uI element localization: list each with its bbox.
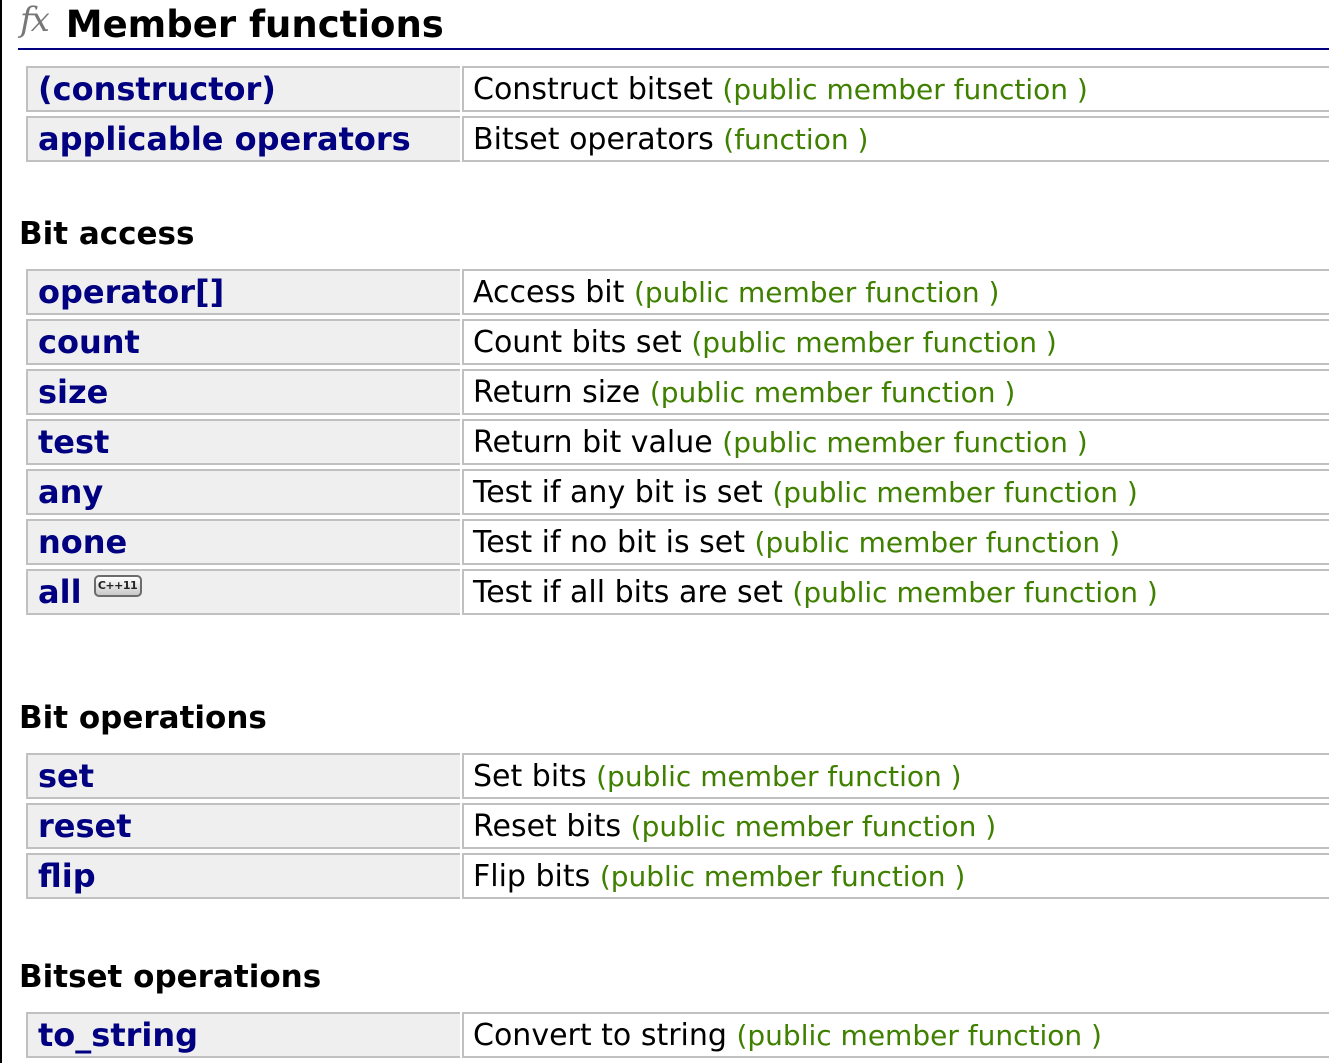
member-link-set[interactable]: set bbox=[38, 757, 94, 795]
member-description: Return size bbox=[473, 374, 641, 410]
table-row: set Set bits (public member function ) bbox=[26, 753, 1329, 799]
member-description: Flip bits bbox=[473, 858, 591, 894]
member-link-count[interactable]: count bbox=[38, 323, 140, 361]
member-description: Test if all bits are set bbox=[473, 574, 783, 610]
member-description: Set bits bbox=[473, 758, 587, 794]
section-header: fx Member functions bbox=[18, 0, 1329, 50]
cpp11-badge-icon: C++11 bbox=[93, 575, 142, 597]
member-link-to-string[interactable]: to_string bbox=[38, 1016, 198, 1054]
member-kind: (function ) bbox=[723, 122, 869, 156]
name-cell: none bbox=[26, 519, 460, 565]
desc-cell: Bitset operators (function ) bbox=[462, 116, 1329, 162]
member-link-flip[interactable]: flip bbox=[38, 857, 96, 895]
table-row: count Count bits set (public member func… bbox=[26, 319, 1329, 365]
member-description: Test if no bit is set bbox=[473, 524, 745, 560]
desc-cell: Test if all bits are set (public member … bbox=[462, 569, 1329, 615]
member-description: Count bits set bbox=[473, 324, 682, 360]
member-link-size[interactable]: size bbox=[38, 373, 108, 411]
member-kind: (public member function ) bbox=[649, 375, 1016, 409]
member-description: Reset bits bbox=[473, 808, 622, 844]
name-cell: operator[] bbox=[26, 269, 460, 315]
table-row: any Test if any bit is set (public membe… bbox=[26, 469, 1329, 515]
member-kind: (public member function ) bbox=[722, 425, 1088, 459]
member-table-bit-access: operator[] Access bit (public member fun… bbox=[24, 265, 1329, 619]
section-heading-bit-operations: Bit operations bbox=[19, 700, 267, 736]
member-kind: (public member function ) bbox=[691, 325, 1057, 359]
name-cell: count bbox=[26, 319, 460, 365]
table-row: none Test if no bit is set (public membe… bbox=[26, 519, 1329, 565]
name-cell: any bbox=[26, 469, 460, 515]
table-row: all C++11 Test if all bits are set (publi… bbox=[26, 569, 1329, 615]
member-description: Return bit value bbox=[473, 424, 713, 460]
member-description: Test if any bit is set bbox=[473, 474, 763, 510]
name-cell: reset bbox=[26, 803, 460, 849]
table-row: test Return bit value (public member fun… bbox=[26, 419, 1329, 465]
name-cell: set bbox=[26, 753, 460, 799]
desc-cell: Return size (public member function ) bbox=[462, 369, 1329, 415]
name-cell: test bbox=[26, 419, 460, 465]
name-cell: size bbox=[26, 369, 460, 415]
member-description: Bitset operators bbox=[473, 121, 714, 157]
section-heading-bitset-operations: Bitset operations bbox=[19, 959, 322, 995]
member-kind: (public member function ) bbox=[633, 275, 1000, 309]
desc-cell: Return bit value (public member function… bbox=[462, 419, 1329, 465]
member-kind: (public member function ) bbox=[736, 1018, 1102, 1052]
name-cell: to_string bbox=[26, 1012, 460, 1058]
member-link-all[interactable]: all bbox=[38, 573, 82, 611]
desc-cell: Count bits set (public member function ) bbox=[462, 319, 1329, 365]
table-row: (constructor) Construct bitset (public m… bbox=[26, 66, 1329, 112]
member-kind: (public member function ) bbox=[599, 859, 966, 893]
page-title: Member functions bbox=[65, 2, 444, 46]
desc-cell: Access bit (public member function ) bbox=[462, 269, 1329, 315]
desc-cell: Construct bitset (public member function… bbox=[462, 66, 1329, 112]
name-cell: flip bbox=[26, 853, 460, 899]
name-cell: applicable operators bbox=[26, 116, 460, 162]
member-link-constructor[interactable]: (constructor) bbox=[38, 70, 276, 108]
table-row: to_string Convert to string (public memb… bbox=[26, 1012, 1329, 1058]
desc-cell: Reset bits (public member function ) bbox=[462, 803, 1329, 849]
left-border-rule bbox=[0, 0, 2, 1063]
member-table-bit-operations: set Set bits (public member function ) r… bbox=[24, 749, 1329, 903]
desc-cell: Convert to string (public member functio… bbox=[462, 1012, 1329, 1058]
member-kind: (public member function ) bbox=[772, 475, 1138, 509]
member-kind: (public member function ) bbox=[722, 72, 1088, 106]
member-table-general: (constructor) Construct bitset (public m… bbox=[24, 62, 1329, 166]
member-link-test[interactable]: test bbox=[38, 423, 109, 461]
member-description: Access bit bbox=[473, 274, 625, 310]
member-link-applicable-operators[interactable]: applicable operators bbox=[38, 120, 411, 158]
member-kind: (public member function ) bbox=[630, 809, 997, 843]
member-description: Construct bitset bbox=[473, 71, 713, 107]
member-link-reset[interactable]: reset bbox=[38, 807, 132, 845]
name-cell: (constructor) bbox=[26, 66, 460, 112]
member-kind: (public member function ) bbox=[596, 759, 962, 793]
member-description: Convert to string bbox=[473, 1017, 727, 1053]
desc-cell: Flip bits (public member function ) bbox=[462, 853, 1329, 899]
desc-cell: Test if any bit is set (public member fu… bbox=[462, 469, 1329, 515]
table-row: operator[] Access bit (public member fun… bbox=[26, 269, 1329, 315]
desc-cell: Set bits (public member function ) bbox=[462, 753, 1329, 799]
table-row: flip Flip bits (public member function ) bbox=[26, 853, 1329, 899]
member-link-any[interactable]: any bbox=[38, 473, 103, 511]
member-kind: (public member function ) bbox=[792, 575, 1158, 609]
table-row: reset Reset bits (public member function… bbox=[26, 803, 1329, 849]
table-row: size Return size (public member function… bbox=[26, 369, 1329, 415]
name-cell: all C++11 bbox=[26, 569, 460, 615]
desc-cell: Test if no bit is set (public member fun… bbox=[462, 519, 1329, 565]
member-link-operator-brackets[interactable]: operator[] bbox=[38, 273, 224, 311]
section-heading-bit-access: Bit access bbox=[19, 216, 195, 252]
member-link-none[interactable]: none bbox=[38, 523, 127, 561]
member-kind: (public member function ) bbox=[754, 525, 1120, 559]
fx-icon: fx bbox=[20, 0, 50, 40]
member-table-bitset-operations: to_string Convert to string (public memb… bbox=[24, 1008, 1329, 1062]
table-row: applicable operators Bitset operators (f… bbox=[26, 116, 1329, 162]
